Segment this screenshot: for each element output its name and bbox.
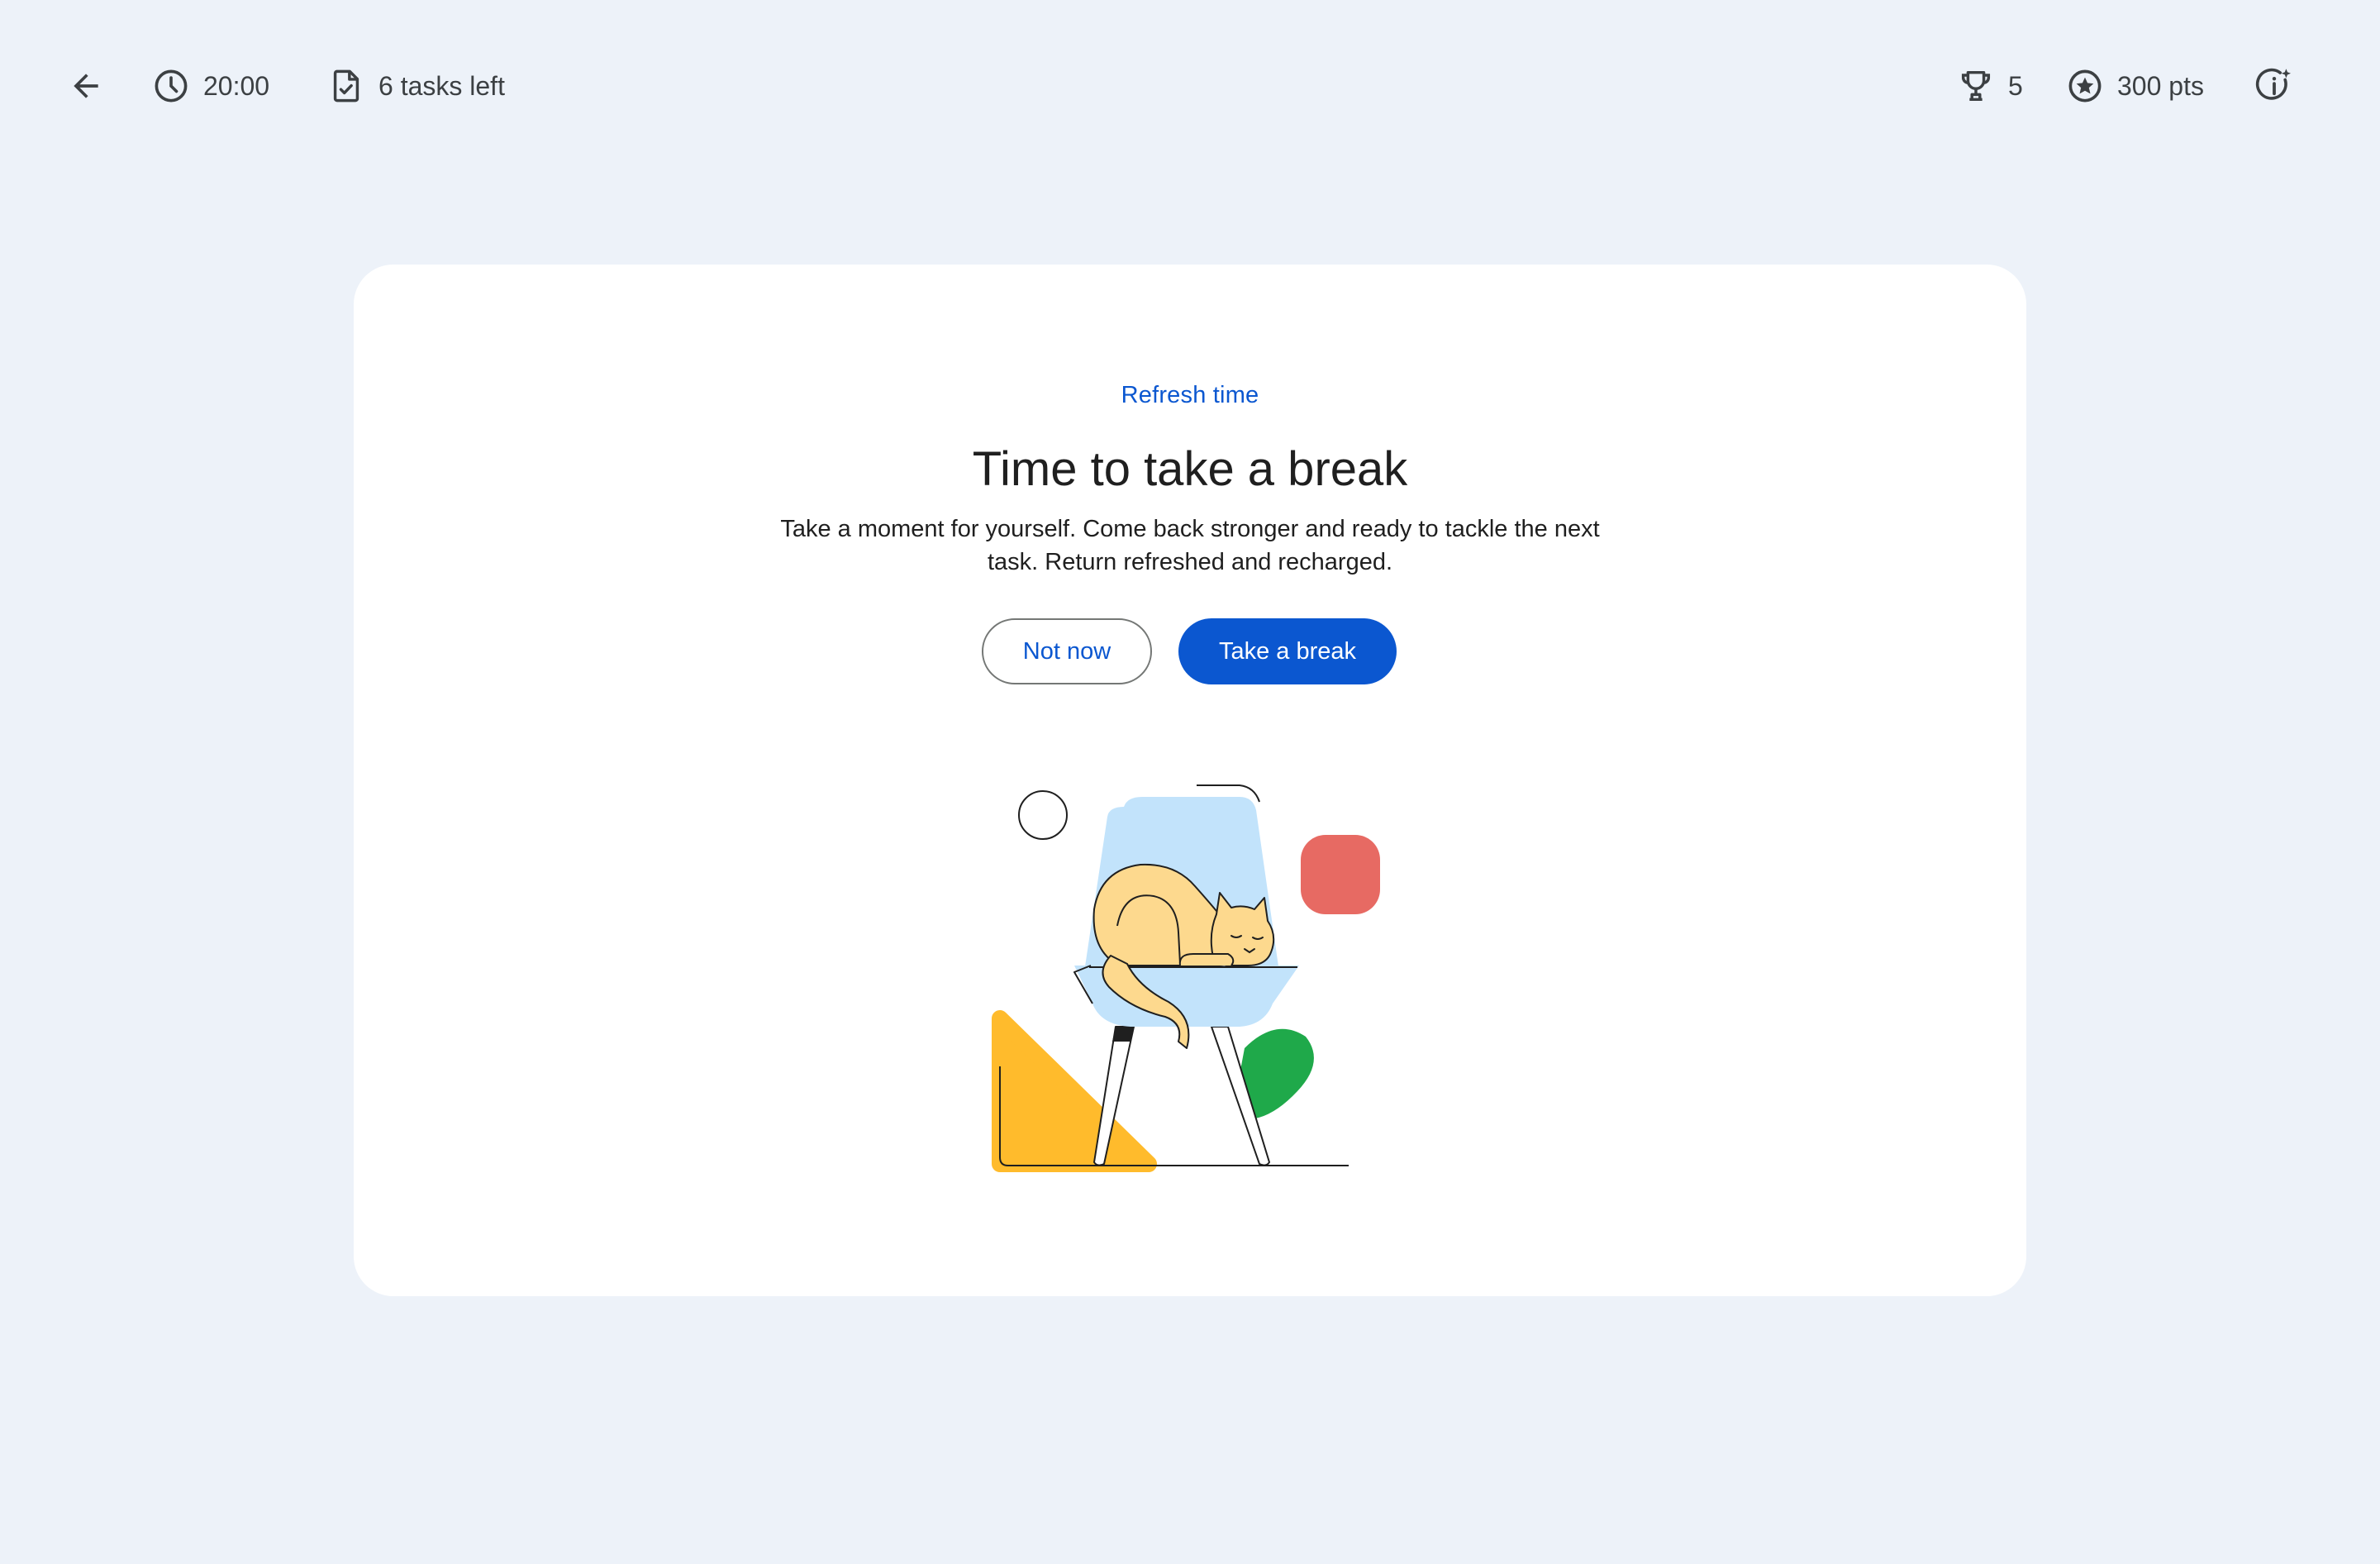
not-now-button[interactable]: Not now <box>982 618 1152 684</box>
top-bar: 20:00 6 tasks left 5 300 pts <box>0 0 2380 170</box>
trophy-count-value: 5 <box>2008 70 2023 101</box>
take-a-break-button[interactable]: Take a break <box>1178 618 1397 684</box>
timer: 20:00 <box>152 60 269 112</box>
points: 300 pts <box>2066 60 2204 112</box>
info-sparkle-icon <box>2255 68 2291 100</box>
clock-icon <box>155 69 188 103</box>
task-document-icon <box>333 69 359 103</box>
tasks-left-label: 6 tasks left <box>378 70 505 101</box>
trophy-count: 5 <box>1957 60 2023 112</box>
page-title: Time to take a break <box>972 442 1408 496</box>
points-label: 300 pts <box>2117 70 2204 101</box>
arrow-left-icon <box>74 74 98 98</box>
tasks-left: 6 tasks left <box>327 60 505 112</box>
cat-sleeping-on-chair-illustration <box>992 784 1380 1172</box>
trophy-icon <box>1961 70 1991 102</box>
description-text: Take a moment for yourself. Come back st… <box>780 516 1600 575</box>
info-button[interactable] <box>2248 60 2301 112</box>
star-circle-icon <box>2068 69 2102 103</box>
timer-value: 20:00 <box>203 70 270 101</box>
eyebrow-label: Refresh time <box>1121 382 1259 408</box>
back-button[interactable] <box>60 60 112 112</box>
